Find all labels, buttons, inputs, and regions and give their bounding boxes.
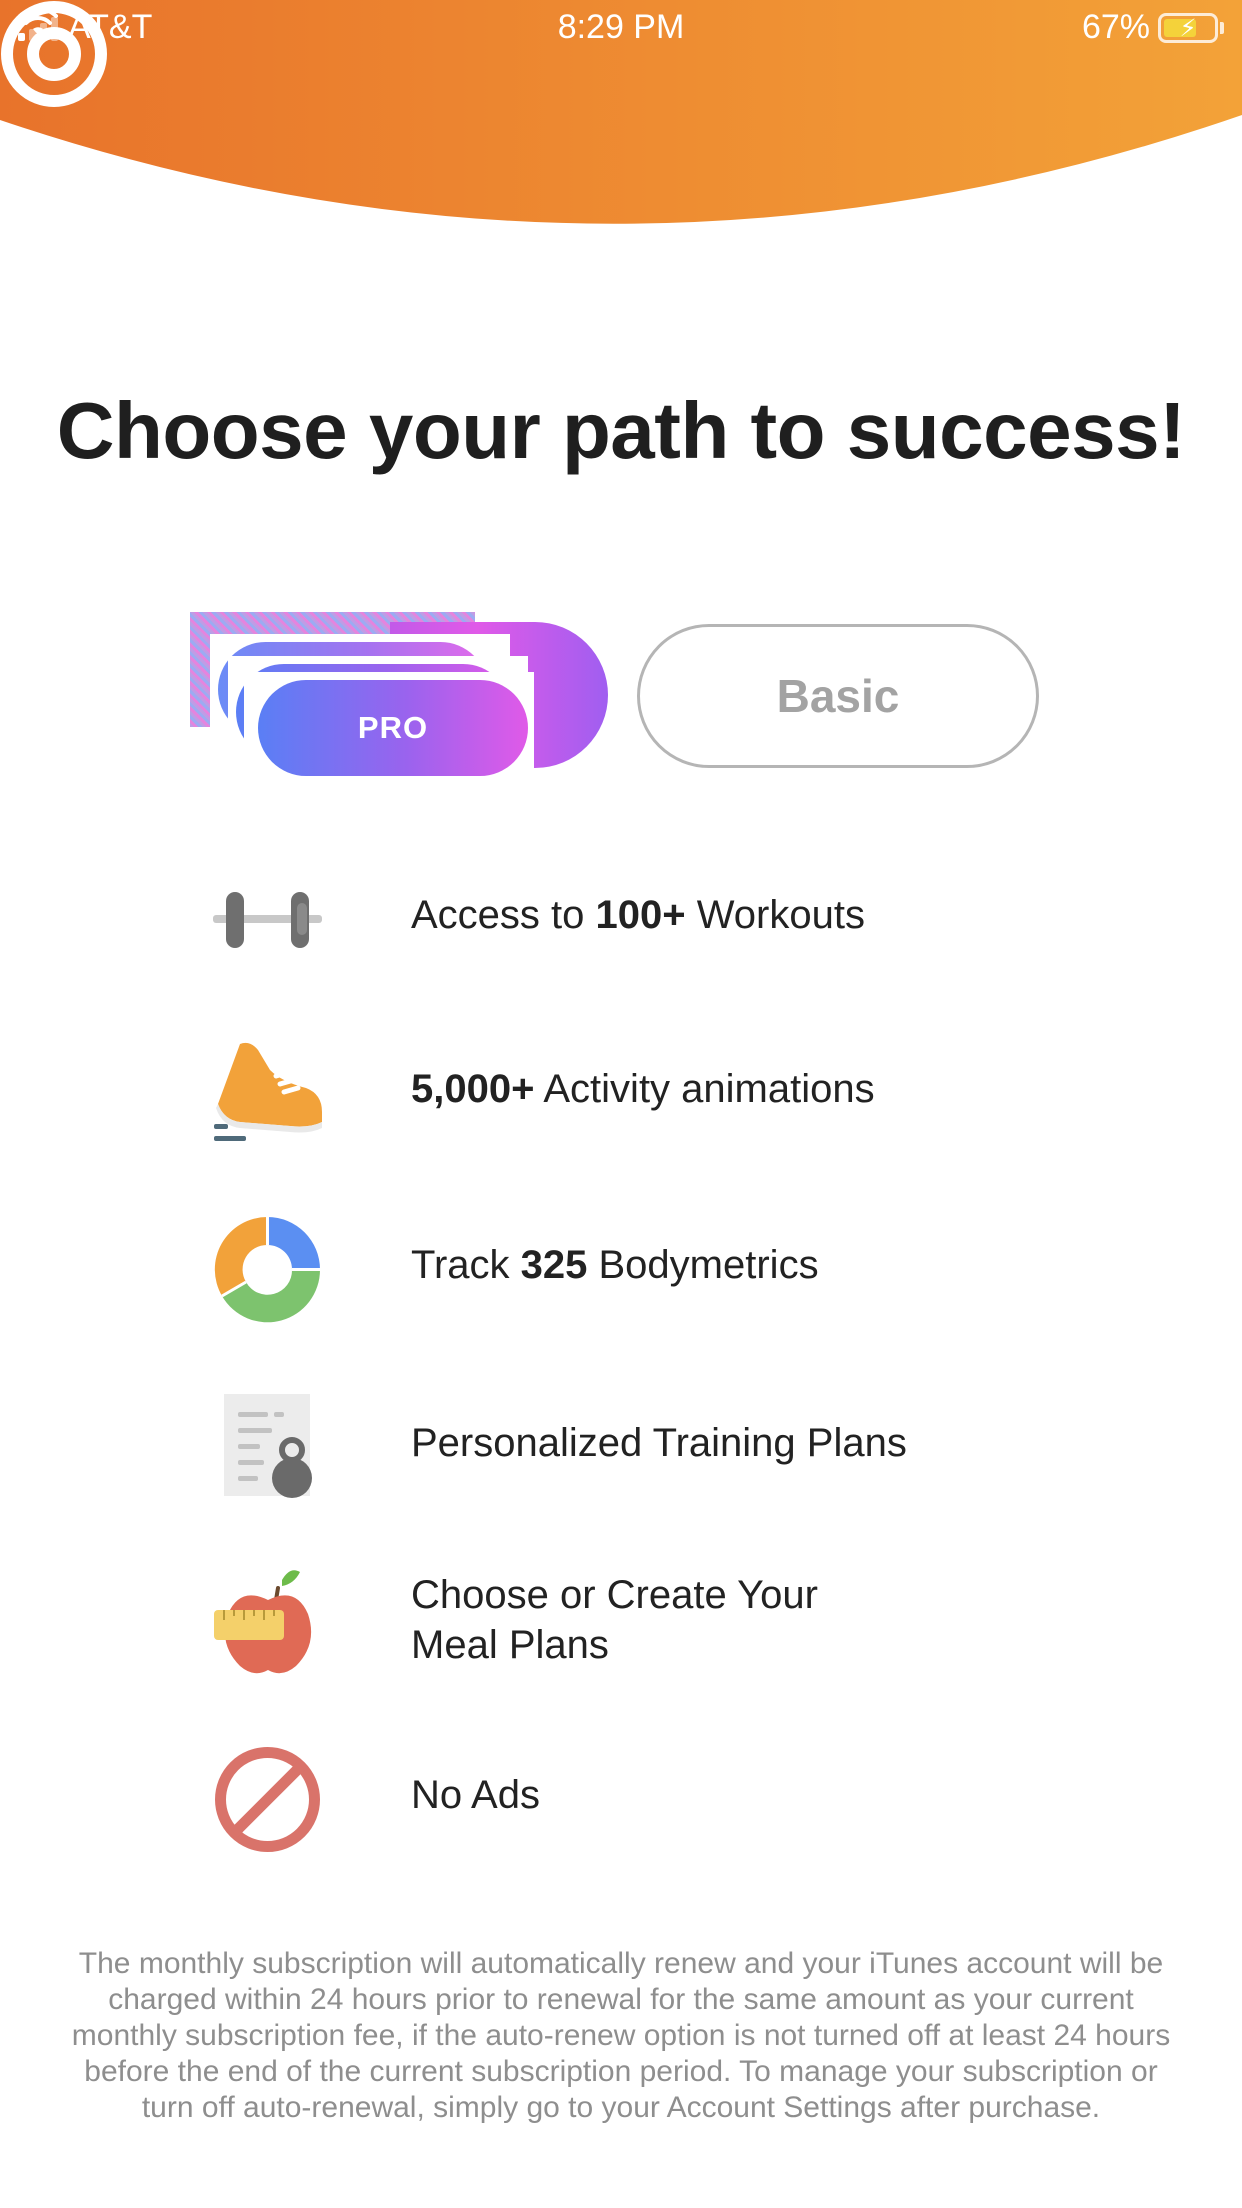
page-title: Choose your path to success! <box>56 386 1186 475</box>
running-shoe-icon <box>214 1042 322 1141</box>
battery-group: 67% ⚡ <box>1082 8 1224 47</box>
pro-plan-label: PRO <box>357 710 429 745</box>
feature-text: No Ads <box>411 1773 540 1817</box>
battery-percent: 67% <box>1081 8 1150 46</box>
feature-text: Personalized Training Plans <box>411 1421 907 1465</box>
apple-icon <box>214 1570 312 1674</box>
feature-text: Track 325 Bodymetrics <box>411 1243 819 1287</box>
status-bar: AT&T 8:29 PM 67% ⚡ <box>0 0 1242 60</box>
status-time: 8:29 PM <box>557 8 685 46</box>
donut-chart-icon <box>214 1216 321 1323</box>
header-banner: AT&T 8:29 PM 67% ⚡ <box>0 0 1242 240</box>
subscription-disclaimer: The monthly subscription will automatica… <box>71 1947 1171 2124</box>
dumbbell-icon <box>213 892 322 948</box>
target-icon <box>1 1 107 107</box>
battery-icon: ⚡ <box>1158 12 1218 43</box>
no-ads-icon <box>215 1747 320 1852</box>
feature-text: Choose or Create Your Meal Plans <box>411 1573 818 1667</box>
feature-text: 5,000+ Activity animations <box>411 1067 875 1111</box>
charging-bolt-icon: ⚡ <box>1179 14 1197 42</box>
feature-text: Access to 100+ Workouts <box>411 893 865 937</box>
basic-plan-button[interactable]: Basic <box>637 624 1039 768</box>
pro-plan-button[interactable]: PRO <box>190 612 608 780</box>
training-plan-icon <box>224 1394 312 1498</box>
